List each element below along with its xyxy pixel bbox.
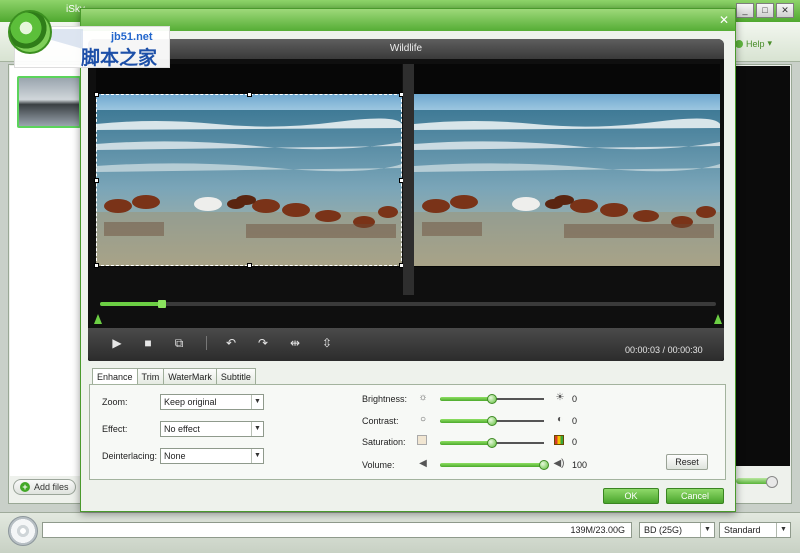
tab-watermark[interactable]: WaterMark <box>163 368 217 385</box>
preview-video <box>414 64 720 267</box>
volume-label: Volume: <box>362 460 395 470</box>
time-total: 00:00:30 <box>667 345 703 355</box>
rotate-left-icon[interactable]: ↶ <box>220 332 242 354</box>
contrast-fill <box>440 419 492 423</box>
quality-value: Standard <box>724 525 761 535</box>
chevron-down-icon: ▼ <box>251 449 263 463</box>
crop-handle[interactable] <box>94 178 99 183</box>
app-logo <box>8 10 52 54</box>
contrast-low-icon: ○ <box>419 414 427 425</box>
preview-slider[interactable] <box>736 476 778 488</box>
volume-fill <box>440 463 544 467</box>
rotate-right-icon[interactable]: ↷ <box>252 332 274 354</box>
brightness-low-icon: ☼ <box>418 392 428 403</box>
disc-type-value: BD (25G) <box>644 525 683 535</box>
brightness-fill <box>440 397 492 401</box>
trim-end-marker[interactable] <box>714 314 722 324</box>
zoom-value: Keep original <box>164 397 217 407</box>
saturation-value: 0 <box>572 437 578 447</box>
effect-value: No effect <box>164 424 200 434</box>
saturation-low-icon <box>417 435 427 445</box>
crop-handle[interactable] <box>94 263 99 268</box>
help-label: Help <box>745 38 765 49</box>
saturation-fill <box>440 441 492 445</box>
chevron-down-icon: ▼ <box>700 523 714 537</box>
preview-panel <box>733 66 790 466</box>
watermark-url: jb51.net <box>111 31 153 43</box>
crop-handle[interactable] <box>247 263 252 268</box>
seek-bar[interactable] <box>100 302 716 306</box>
chevron-down-icon: ▼ <box>776 523 790 537</box>
reset-button[interactable]: Reset <box>666 454 708 470</box>
capacity-text: 139M/23.00G <box>570 525 625 535</box>
saturation-slider[interactable] <box>487 438 497 448</box>
effect-select[interactable]: No effect ▼ <box>160 421 264 437</box>
file-thumbnail[interactable] <box>17 76 81 128</box>
flip-vertical-icon[interactable]: ⇳ <box>316 332 338 354</box>
volume-low-icon: ◀ <box>419 458 427 469</box>
contrast-high-icon: ◐ <box>556 414 564 425</box>
volume-slider[interactable] <box>539 460 549 470</box>
flip-horizontal-icon[interactable]: ⇹ <box>284 332 306 354</box>
crop-area[interactable] <box>94 92 404 268</box>
contrast-slider[interactable] <box>487 416 497 426</box>
effect-label: Effect: <box>102 424 128 434</box>
chevron-down-icon: ▾ <box>767 38 772 48</box>
time-readout: 00:00:03 / 00:00:30 <box>625 345 703 355</box>
dialog-titlebar <box>81 9 735 31</box>
contrast-value: 0 <box>572 416 578 426</box>
play-icon[interactable]: ▶ <box>106 332 128 354</box>
cancel-button[interactable]: Cancel <box>666 488 724 504</box>
seek-handle[interactable] <box>157 300 166 308</box>
tab-subtitle[interactable]: Subtitle <box>215 368 256 385</box>
seek-progress <box>100 302 162 306</box>
controls-separator <box>206 336 207 350</box>
deinterlacing-select[interactable]: None ▼ <box>160 448 264 464</box>
dialog-close-button[interactable]: ✕ <box>717 13 731 27</box>
saturation-high-icon <box>554 435 564 445</box>
add-icon: + <box>20 482 30 492</box>
quality-select[interactable]: Standard ▼ <box>719 522 791 538</box>
video-divider <box>403 64 414 295</box>
minimize-icon[interactable]: _ <box>736 3 754 18</box>
add-files-label: Add files <box>34 482 69 492</box>
stop-icon[interactable]: ■ <box>137 332 159 354</box>
add-files-button[interactable]: + Add files <box>13 479 76 495</box>
video-title: Wildlife <box>88 39 724 59</box>
crop-handle[interactable] <box>247 92 252 97</box>
help-menu[interactable]: Help ▾ <box>734 38 772 49</box>
help-icon <box>734 39 743 48</box>
brightness-slider[interactable] <box>487 394 497 404</box>
volume-high-icon: ◀) <box>553 458 565 469</box>
capacity-bar: 139M/23.00G <box>42 522 632 538</box>
brightness-label: Brightness: <box>362 394 408 404</box>
zoom-label: Zoom: <box>102 397 128 407</box>
deinterlacing-value: None <box>164 451 186 461</box>
time-separator: / <box>660 345 668 355</box>
watermark-site-name: 脚本之家 <box>81 48 158 69</box>
maximize-icon[interactable]: □ <box>756 3 774 18</box>
zoom-select[interactable]: Keep original ▼ <box>160 394 264 410</box>
volume-value: 100 <box>572 460 588 470</box>
disc-type-select[interactable]: BD (25G) ▼ <box>639 522 715 538</box>
chevron-down-icon: ▼ <box>251 422 263 436</box>
edit-tabs: Enhance Trim WaterMark Subtitle <box>92 368 256 386</box>
ok-button[interactable]: OK <box>603 488 659 504</box>
chevron-down-icon: ▼ <box>251 395 263 409</box>
video-frame-preview <box>414 94 720 266</box>
saturation-label: Saturation: <box>362 437 406 447</box>
tab-trim[interactable]: Trim <box>136 368 165 385</box>
main-window-controls: _ □ ✕ <box>736 3 794 18</box>
disc-icon <box>8 516 38 546</box>
deinterlacing-label: Deinterlacing: <box>102 451 158 461</box>
crop-handle[interactable] <box>94 92 99 97</box>
contrast-label: Contrast: <box>362 416 399 426</box>
brightness-high-icon: ☀ <box>555 392 565 403</box>
brightness-value: 0 <box>572 394 578 404</box>
time-current: 00:00:03 <box>625 345 661 355</box>
close-icon[interactable]: ✕ <box>776 3 794 18</box>
snapshot-icon[interactable]: ⧉ <box>168 332 190 354</box>
trim-start-marker[interactable] <box>94 314 102 324</box>
